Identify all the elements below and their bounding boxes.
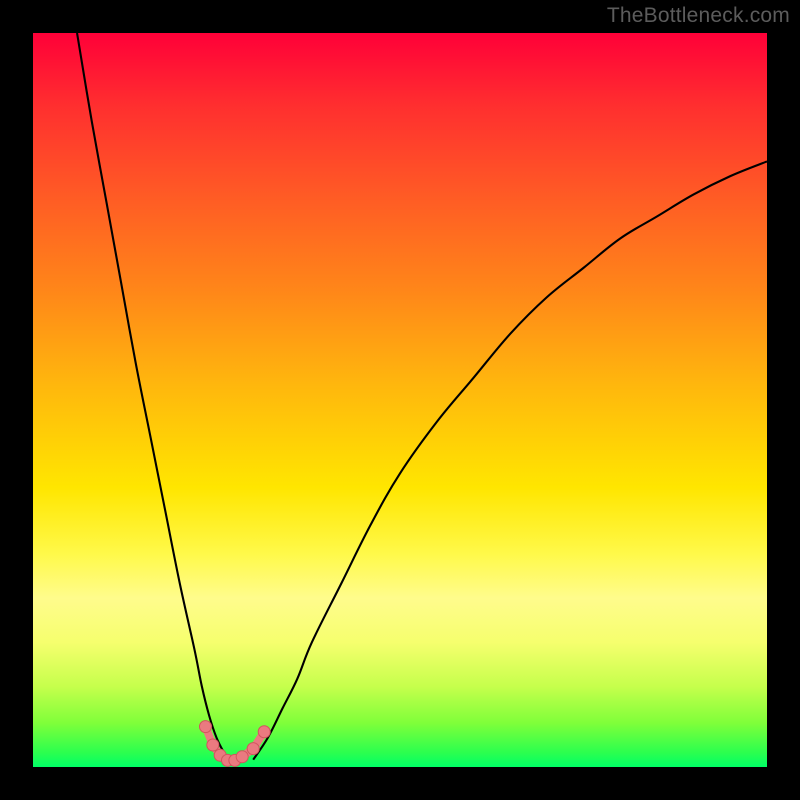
marker-dot xyxy=(247,743,259,755)
marker-dot xyxy=(207,739,219,751)
marker-dot xyxy=(199,721,211,733)
watermark-text: TheBottleneck.com xyxy=(607,4,790,28)
marker-dot xyxy=(258,726,270,738)
marker-cluster xyxy=(199,721,270,767)
chart-svg xyxy=(33,33,767,767)
plot-area xyxy=(33,33,767,767)
marker-dot xyxy=(236,751,248,763)
chart-frame: TheBottleneck.com xyxy=(0,0,800,800)
curve-right-branch xyxy=(253,161,767,759)
curve-left-branch xyxy=(77,33,231,763)
